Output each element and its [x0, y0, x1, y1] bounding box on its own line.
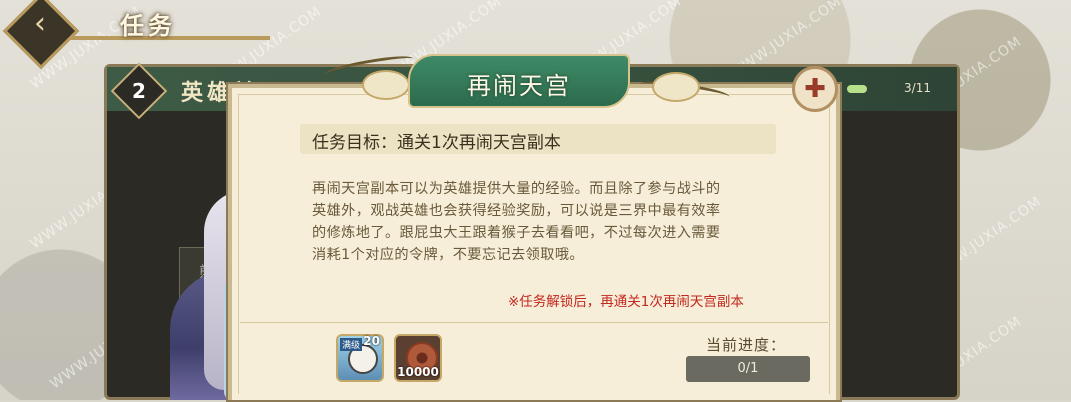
quest-goal: 任务目标：通关1次再闹天宫副本	[312, 133, 561, 153]
description-line: 的修炼地了。跟屁虫大王跟着猴子去看看吧，不过每次进入需要	[312, 225, 721, 241]
description-line: 再闹天宫副本可以为英雄提供大量的经验。而且除了参与战斗的	[312, 181, 721, 197]
reward-count: 10000	[397, 365, 439, 379]
reward-count: 20	[363, 334, 380, 348]
quest-number-badge: 2	[110, 62, 168, 120]
cloud-ornament-right	[652, 72, 700, 102]
dialog-title: 再闹天宫	[467, 72, 571, 100]
quest-count: 3/11	[904, 81, 931, 95]
reward-item-hero-fragment[interactable]: 满级 20	[336, 334, 384, 382]
progress-label: 当前进度：	[706, 336, 787, 354]
dialog-title-banner: 再闹天宫	[408, 54, 630, 108]
description-line: 消耗1个对应的令牌，不要忘记去领取哦。	[312, 247, 585, 263]
progress-bar: 0/1	[686, 356, 810, 382]
quest-description: 再闹天宫副本可以为英雄提供大量的经验。而且除了参与战斗的 英雄外，观战英雄也会获…	[312, 178, 782, 266]
page-title: 任务	[120, 12, 176, 40]
progress-text: 0/1	[737, 361, 759, 376]
quest-progress-bar	[847, 85, 867, 93]
description-line: 英雄外，观战英雄也会获得经验奖励，可以说是三界中最有效率	[312, 203, 721, 219]
cloud-ornament-left	[362, 70, 410, 100]
close-icon: ✚	[804, 74, 826, 104]
divider	[240, 322, 828, 323]
unlock-note: ※任务解锁后，再通关1次再闹天宫副本	[508, 294, 744, 310]
quest-number: 2	[132, 79, 146, 103]
close-button[interactable]: ✚	[792, 66, 838, 112]
reward-item-coin[interactable]: 10000	[394, 334, 442, 382]
quest-goal-bar: 任务目标：通关1次再闹天宫副本	[300, 124, 776, 154]
reward-tag: 满级	[340, 338, 363, 351]
